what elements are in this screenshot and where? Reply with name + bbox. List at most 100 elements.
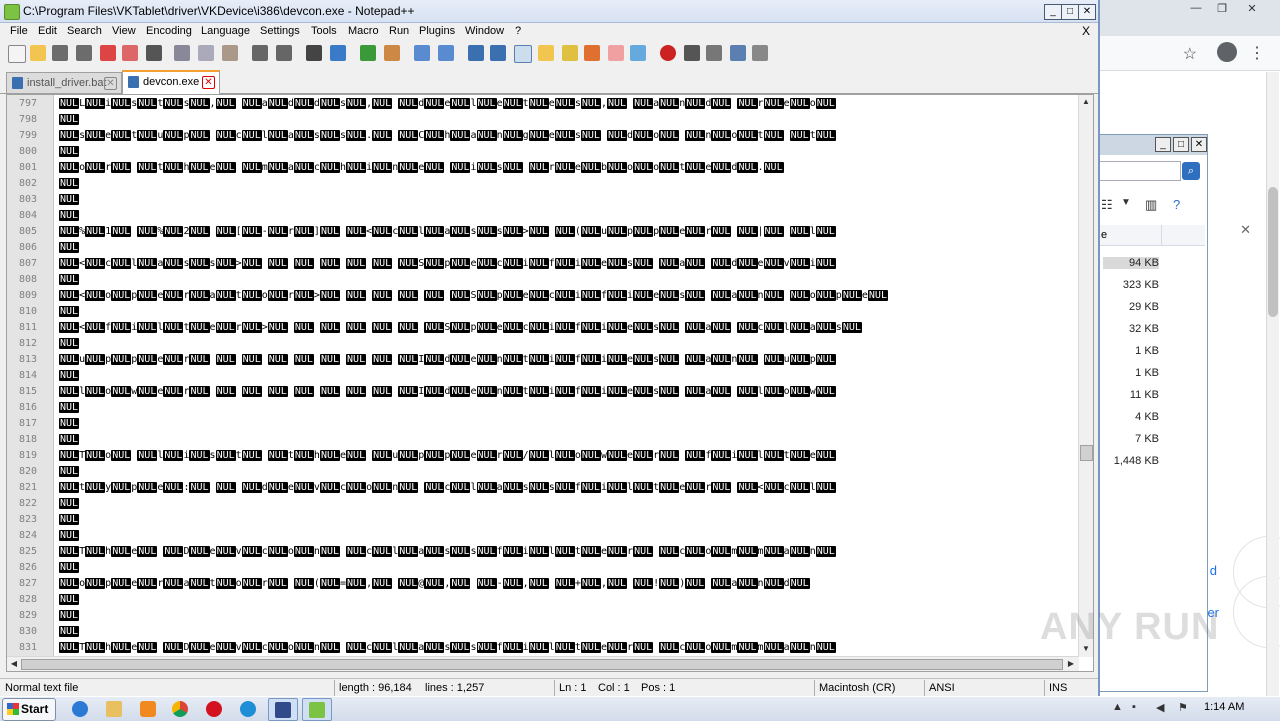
record-macro-icon[interactable] bbox=[660, 45, 676, 61]
editor-line[interactable]: 814 NUL bbox=[7, 368, 1079, 384]
zoom-in-icon[interactable] bbox=[360, 45, 376, 61]
size-column-header[interactable]: e bbox=[1099, 225, 1205, 246]
menu-help[interactable]: ? bbox=[515, 25, 521, 37]
save-icon[interactable] bbox=[52, 45, 68, 61]
find-icon[interactable] bbox=[306, 45, 322, 61]
menu-language[interactable]: Language bbox=[201, 25, 250, 37]
taskbar-installer[interactable] bbox=[268, 698, 298, 721]
undo-icon[interactable] bbox=[252, 45, 268, 61]
explorer-minimize-button[interactable]: _ bbox=[1155, 137, 1171, 152]
search-icon[interactable]: ⌕ bbox=[1182, 162, 1200, 180]
new-file-icon[interactable] bbox=[8, 45, 26, 63]
help-icon[interactable]: ? bbox=[1173, 197, 1180, 212]
play-macro-icon[interactable] bbox=[706, 45, 722, 61]
explorer-close-button[interactable]: ✕ bbox=[1191, 137, 1207, 152]
taskbar-notepadpp[interactable] bbox=[302, 698, 332, 721]
start-button[interactable]: Start bbox=[2, 698, 56, 721]
show-hidden-icons-icon[interactable]: ▲ bbox=[1112, 701, 1123, 713]
open-file-icon[interactable] bbox=[30, 45, 46, 61]
file-size[interactable]: 4 KB bbox=[1103, 411, 1159, 423]
replace-icon[interactable] bbox=[330, 45, 346, 61]
volume-icon[interactable]: ◀ bbox=[1156, 701, 1164, 714]
taskbar-edge[interactable] bbox=[234, 698, 262, 719]
editor-line[interactable]: 829 NUL bbox=[7, 608, 1079, 624]
editor-line[interactable]: 828 NUL bbox=[7, 592, 1079, 608]
browser-restore-button[interactable]: ❐ bbox=[1209, 2, 1235, 18]
scrollbar-thumb[interactable] bbox=[1268, 187, 1278, 317]
editor-line[interactable]: 804 NUL bbox=[7, 208, 1079, 224]
status-eol-format[interactable]: Macintosh (CR) bbox=[819, 682, 895, 694]
close-tab-icon[interactable]: ✕ bbox=[104, 77, 117, 90]
menu-encoding[interactable]: Encoding bbox=[146, 25, 192, 37]
menu-plugins[interactable]: Plugins bbox=[419, 25, 455, 37]
chevron-down-icon[interactable]: ▼ bbox=[1121, 197, 1131, 208]
scrollbar-thumb[interactable] bbox=[1080, 445, 1093, 461]
menu-macro[interactable]: Macro bbox=[348, 25, 379, 37]
file-size[interactable]: 11 KB bbox=[1103, 389, 1159, 401]
file-size[interactable]: 32 KB bbox=[1103, 323, 1159, 335]
close-document-icon[interactable]: X bbox=[1082, 24, 1090, 38]
menu-tools[interactable]: Tools bbox=[311, 25, 337, 37]
word-wrap-icon[interactable] bbox=[468, 45, 484, 61]
indent-guide-icon[interactable] bbox=[514, 45, 532, 63]
status-encoding[interactable]: ANSI bbox=[929, 682, 955, 694]
taskbar-ie[interactable] bbox=[66, 698, 94, 719]
browser-close-button[interactable]: ✕ bbox=[1239, 2, 1265, 18]
file-size[interactable]: 94 KB bbox=[1103, 257, 1159, 269]
editor-line[interactable]: 811 NUL<NULfNULiNULlNULtNULeNULrNUL>NUL N… bbox=[7, 320, 1079, 336]
function-list-icon[interactable] bbox=[584, 45, 600, 61]
editor-line[interactable]: 807 NUL<NULcNULlNULaNULsNULsNUL>NUL NUL N… bbox=[7, 256, 1079, 272]
browser-minimize-button[interactable]: — bbox=[1183, 2, 1209, 18]
sync-horizontal-icon[interactable] bbox=[438, 45, 454, 61]
scroll-up-icon[interactable]: ▲ bbox=[1080, 96, 1092, 108]
scroll-right-icon[interactable]: ▶ bbox=[1065, 658, 1077, 670]
tab-install-driver-bat[interactable]: install_driver.bat ✕ bbox=[6, 72, 122, 93]
horizontal-scrollbar[interactable]: ◀ ▶ bbox=[7, 656, 1079, 671]
editor-line[interactable]: 819 NULTNULoNUL NULlNULiNULsNULtNUL NULtN… bbox=[7, 448, 1079, 464]
vertical-scrollbar[interactable]: ▲ ▼ bbox=[1078, 95, 1093, 657]
editor-line[interactable]: 830 NUL bbox=[7, 624, 1079, 640]
editor-line[interactable]: 824 NUL bbox=[7, 528, 1079, 544]
editor-line[interactable]: 806 NUL bbox=[7, 240, 1079, 256]
editor-line[interactable]: 818 NUL bbox=[7, 432, 1079, 448]
menu-search[interactable]: Search bbox=[67, 25, 102, 37]
explorer-maximize-button[interactable]: □ bbox=[1173, 137, 1189, 152]
clock[interactable]: 1:14 AM bbox=[1204, 701, 1244, 713]
editor-line[interactable]: 808 NUL bbox=[7, 272, 1079, 288]
redo-icon[interactable] bbox=[276, 45, 292, 61]
editor-line[interactable]: 815 NULlNULoNULwNULeNULrNUL NUL NUL NUL N… bbox=[7, 384, 1079, 400]
editor-line[interactable]: 827 NULoNULpNULeNULrNULaNULtNULoNULrNUL N… bbox=[7, 576, 1079, 592]
menu-settings[interactable]: Settings bbox=[260, 25, 300, 37]
editor-line[interactable]: 799 NULsNULeNULtNULuNULpNUL NULcNULlNULaN… bbox=[7, 128, 1079, 144]
close-all-icon[interactable] bbox=[122, 45, 138, 61]
editor-line[interactable]: 798 NUL bbox=[7, 112, 1079, 128]
editor-line[interactable]: 813 NULuNULpNULpNULeNULrNUL NUL NUL NUL N… bbox=[7, 352, 1079, 368]
paste-icon[interactable] bbox=[222, 45, 238, 61]
file-size[interactable]: 323 KB bbox=[1103, 279, 1159, 291]
user-language-icon[interactable] bbox=[538, 45, 554, 61]
editor-line[interactable]: 821 NULtNULyNULpNULeNUL:NUL NUL NULdNULeN… bbox=[7, 480, 1079, 496]
preview-pane-icon[interactable]: ▥ bbox=[1145, 197, 1157, 213]
scrollbar-thumb[interactable] bbox=[21, 659, 1063, 670]
file-size[interactable]: 1,448 KB bbox=[1103, 455, 1159, 467]
action-center-flag-icon[interactable]: ⚑ bbox=[1178, 701, 1188, 714]
cut-icon[interactable] bbox=[174, 45, 190, 61]
taskbar-opera[interactable] bbox=[200, 698, 228, 719]
page-link[interactable]: d bbox=[1210, 563, 1217, 578]
menu-run[interactable]: Run bbox=[389, 25, 409, 37]
close-button[interactable]: ✕ bbox=[1078, 4, 1096, 20]
view-options-icon[interactable]: ☷ bbox=[1101, 197, 1113, 213]
editor-line[interactable]: 801 NULoNULrNUL NULtNULhNULeNUL NULmNULaN… bbox=[7, 160, 1079, 176]
status-insert-mode[interactable]: INS bbox=[1049, 682, 1067, 694]
monitoring-icon[interactable] bbox=[630, 45, 646, 61]
menu-window[interactable]: Window bbox=[465, 25, 504, 37]
text-editor[interactable]: 797 NULLNULiNULsNULtNULsNUL,NUL NULaNULdN… bbox=[6, 94, 1094, 672]
menu-edit[interactable]: Edit bbox=[38, 25, 57, 37]
stop-macro-icon[interactable] bbox=[684, 45, 700, 61]
editor-line[interactable]: 803 NUL bbox=[7, 192, 1079, 208]
save-all-icon[interactable] bbox=[76, 45, 92, 61]
explorer-search-input[interactable] bbox=[1099, 161, 1181, 181]
editor-line[interactable]: 817 NUL bbox=[7, 416, 1079, 432]
print-icon[interactable] bbox=[146, 45, 162, 61]
editor-line[interactable]: 825 NULTNULhNULeNUL NULDNULeNULvNULcNULoN… bbox=[7, 544, 1079, 560]
